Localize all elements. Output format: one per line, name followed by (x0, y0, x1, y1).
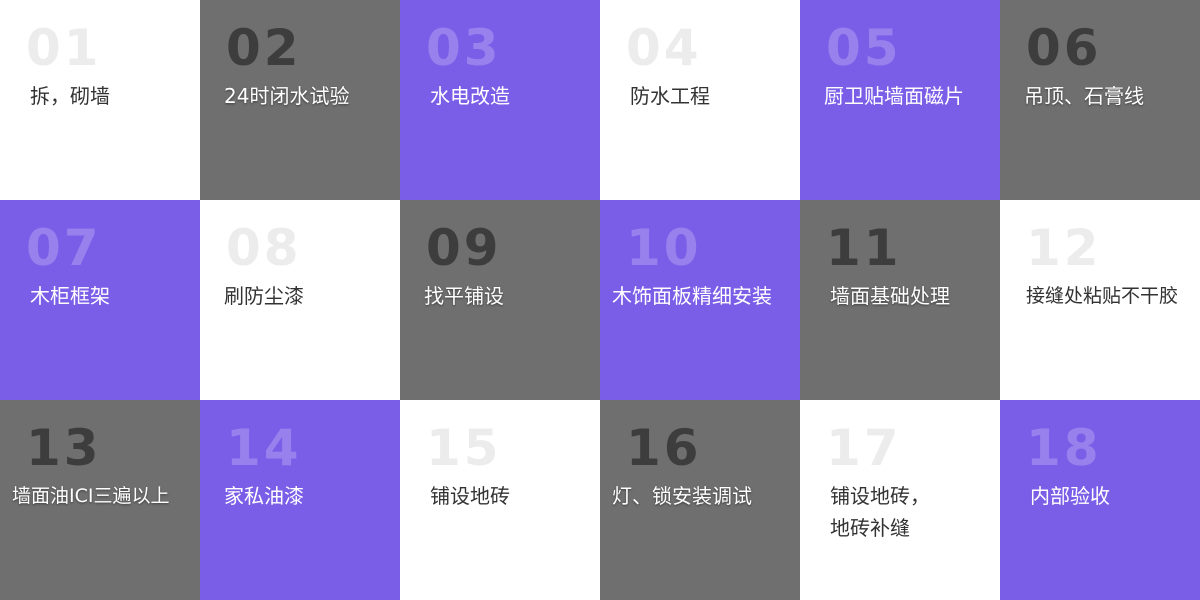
step-number: 09 (426, 219, 502, 277)
step-number: 10 (626, 219, 702, 277)
step-number: 16 (626, 419, 702, 477)
step-label: 木柜框架 (30, 284, 110, 308)
step-number: 13 (26, 419, 102, 477)
step-tile-10: 10 木饰面板精细安装 (600, 200, 800, 400)
step-number: 18 (1026, 419, 1102, 477)
step-tile-07: 07 木柜框架 (0, 200, 200, 400)
step-number: 08 (226, 219, 302, 277)
step-label: 刷防尘漆 (224, 284, 304, 308)
step-tile-14: 14 家私油漆 (200, 400, 400, 600)
step-tile-18: 18 内部验收 (1000, 400, 1200, 600)
step-number: 03 (426, 19, 502, 77)
step-label: 接缝处粘贴不干胶 (1026, 285, 1179, 307)
step-label: 墙面油ICI三遍以上 (12, 485, 170, 507)
step-tile-08: 08 刷防尘漆 (200, 200, 400, 400)
step-tile-09: 09 找平铺设 (400, 200, 600, 400)
step-label: 吊顶、石膏线 (1024, 84, 1144, 108)
step-tile-13: 13 墙面油ICI三遍以上 (0, 400, 200, 600)
step-number: 11 (826, 219, 902, 277)
step-label: 24时闭水试验 (224, 84, 350, 108)
step-label: 家私油漆 (224, 484, 304, 508)
step-label: 木饰面板精细安装 (612, 284, 772, 308)
step-label: 墙面基础处理 (830, 284, 950, 308)
step-tile-16: 16 灯、锁安装调试 (600, 400, 800, 600)
step-number: 15 (426, 419, 502, 477)
step-tile-11: 11 墙面基础处理 (800, 200, 1000, 400)
step-label: 水电改造 (430, 84, 510, 108)
step-label: 厨卫贴墙面磁片 (824, 84, 964, 108)
step-tile-05: 05 厨卫贴墙面磁片 (800, 0, 1000, 200)
step-number: 14 (226, 419, 302, 477)
step-tile-17: 17 铺设地砖， 地砖补缝 (800, 400, 1000, 600)
step-tile-15: 15 铺设地砖 (400, 400, 600, 600)
step-number: 12 (1026, 219, 1102, 277)
step-label: 拆，砌墙 (30, 84, 110, 108)
step-tile-01: 01 拆，砌墙 (0, 0, 200, 200)
step-tile-03: 03 水电改造 (400, 0, 600, 200)
step-label: 找平铺设 (424, 284, 504, 308)
step-number: 01 (26, 19, 102, 77)
step-number: 02 (226, 19, 302, 77)
step-number: 07 (26, 219, 102, 277)
step-number: 17 (826, 419, 902, 477)
renovation-steps-grid: 01 拆，砌墙 02 24时闭水试验 03 水电改造 04 防水工程 05 厨卫… (0, 0, 1200, 600)
step-tile-04: 04 防水工程 (600, 0, 800, 200)
step-label: 灯、锁安装调试 (612, 484, 752, 508)
step-label: 铺设地砖， 地砖补缝 (830, 484, 930, 540)
step-number: 04 (626, 19, 702, 77)
step-tile-12: 12 接缝处粘贴不干胶 (1000, 200, 1200, 400)
step-tile-02: 02 24时闭水试验 (200, 0, 400, 200)
step-label: 防水工程 (630, 84, 710, 108)
step-label: 内部验收 (1030, 484, 1110, 508)
step-number: 06 (1026, 19, 1102, 77)
step-label: 铺设地砖 (430, 484, 510, 508)
step-tile-06: 06 吊顶、石膏线 (1000, 0, 1200, 200)
step-number: 05 (826, 19, 902, 77)
